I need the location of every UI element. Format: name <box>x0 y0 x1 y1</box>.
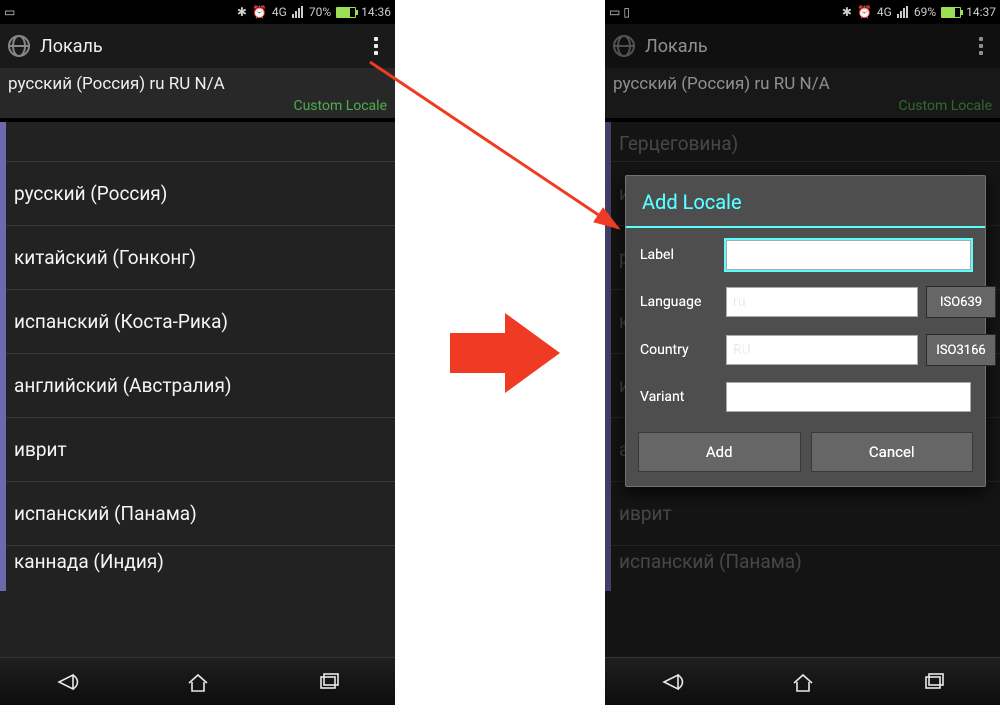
list-item[interactable] <box>0 122 395 162</box>
iso639-button[interactable]: ISO639 <box>926 286 996 318</box>
globe-icon <box>8 35 30 57</box>
list-item[interactable]: каннада (Индия) <box>0 546 395 590</box>
battery-icon <box>941 7 961 18</box>
notification-icon: ▭ <box>4 5 15 19</box>
signal-icon <box>292 6 304 18</box>
country-input[interactable] <box>726 335 918 365</box>
battery-pct: 69% <box>914 5 936 19</box>
app-title: Локаль <box>40 36 103 57</box>
back-button[interactable] <box>0 658 132 705</box>
back-button[interactable] <box>605 658 737 705</box>
network-icon: 4G <box>877 5 892 19</box>
language-label: Language <box>640 294 718 310</box>
alarm-icon: ⏰ <box>857 5 872 19</box>
locale-header: русский (Россия) ru RU N/A Custom Locale <box>605 68 1000 118</box>
variant-input[interactable] <box>726 382 971 412</box>
add-button[interactable]: Add <box>638 432 801 472</box>
list-item[interactable]: Герцеговина) <box>605 122 1000 162</box>
variant-label: Variant <box>640 389 718 405</box>
iso3166-button[interactable]: ISO3166 <box>926 334 996 366</box>
clock: 14:37 <box>966 5 996 19</box>
custom-locale-label: Custom Locale <box>613 98 992 114</box>
app-title: Локаль <box>645 36 708 57</box>
battery-pct: 70% <box>309 5 331 19</box>
label-label: Label <box>640 247 718 263</box>
list-item[interactable]: испанский (Панама) <box>605 546 1000 590</box>
clock: 14:36 <box>361 5 391 19</box>
current-locale: русский (Россия) ru RU N/A <box>613 74 992 94</box>
battery-icon <box>336 7 356 18</box>
alarm-icon: ⏰ <box>252 5 267 19</box>
home-button[interactable] <box>132 658 264 705</box>
list-item[interactable]: испанский (Панама) <box>0 482 395 546</box>
label-input[interactable] <box>726 240 971 270</box>
dialog-title: Add Locale <box>626 176 985 228</box>
list-item[interactable]: испанский (Коста-Рика) <box>0 290 395 354</box>
right-arrow-icon <box>450 313 550 393</box>
illustration-gap <box>395 0 605 705</box>
status-bar: ▭ ✱ ⏰ 4G 70% 14:36 <box>0 0 395 24</box>
status-bar: ▭ ▯ ✱ ⏰ 4G 69% 14:37 <box>605 0 1000 24</box>
country-label: Country <box>640 342 718 358</box>
network-icon: 4G <box>272 5 287 19</box>
locale-header: русский (Россия) ru RU N/A Custom Locale <box>0 68 395 118</box>
home-button[interactable] <box>737 658 869 705</box>
action-bar: Локаль <box>0 24 395 68</box>
globe-icon <box>613 35 635 57</box>
list-item[interactable]: английский (Австралия) <box>0 354 395 418</box>
add-locale-dialog: Add Locale Label Language ISO639 Country… <box>625 175 986 487</box>
overflow-menu-button[interactable] <box>365 37 387 55</box>
phone-screenshot-left: ▭ ✱ ⏰ 4G 70% 14:36 Локаль русский (Росси… <box>0 0 395 705</box>
nosound-icon: ✱ <box>842 5 852 19</box>
language-input[interactable] <box>726 287 918 317</box>
nav-bar <box>605 657 1000 705</box>
nav-bar <box>0 657 395 705</box>
cancel-button[interactable]: Cancel <box>811 432 974 472</box>
list-item[interactable]: иврит <box>605 482 1000 546</box>
phone-screenshot-right: ▭ ▯ ✱ ⏰ 4G 69% 14:37 Локаль русский (Рос… <box>605 0 1000 705</box>
notification-icon: ▭ ▯ <box>609 5 630 19</box>
recents-button[interactable] <box>263 658 395 705</box>
overflow-menu-button[interactable] <box>970 37 992 55</box>
custom-locale-label: Custom Locale <box>8 98 387 114</box>
locale-list[interactable]: русский (Россия) китайский (Гонконг) исп… <box>0 122 395 657</box>
signal-icon <box>897 6 909 18</box>
recents-button[interactable] <box>868 658 1000 705</box>
nosound-icon: ✱ <box>237 5 247 19</box>
list-item[interactable]: иврит <box>0 418 395 482</box>
current-locale: русский (Россия) ru RU N/A <box>8 74 387 94</box>
action-bar: Локаль <box>605 24 1000 68</box>
list-item[interactable]: китайский (Гонконг) <box>0 226 395 290</box>
list-item[interactable]: русский (Россия) <box>0 162 395 226</box>
